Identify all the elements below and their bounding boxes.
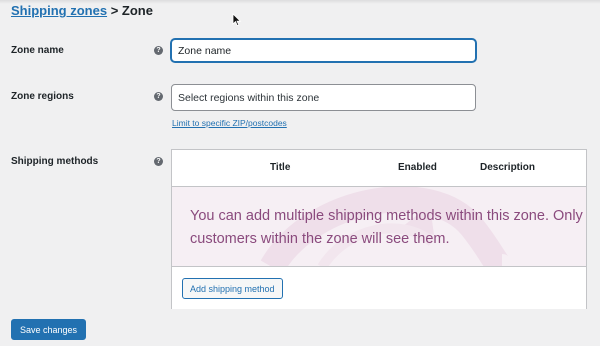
- zone-name-help-icon[interactable]: ?: [154, 46, 163, 55]
- column-title: Title: [270, 162, 291, 173]
- zone-regions-placeholder: Select regions within this zone: [178, 91, 320, 104]
- shipping-methods-table-footer: Add shipping method: [172, 268, 586, 309]
- column-description: Description: [480, 162, 536, 173]
- breadcrumb-shipping-zones-link[interactable]: Shipping zones: [11, 3, 107, 18]
- zone-regions-label: Zone regions: [11, 91, 74, 102]
- zone-regions-select[interactable]: Select regions within this zone: [171, 84, 476, 111]
- mouse-cursor-icon: [232, 13, 242, 27]
- breadcrumb-separator: >: [110, 3, 119, 18]
- column-enabled: Enabled: [398, 162, 437, 173]
- zone-name-input[interactable]: Zone name: [171, 39, 476, 62]
- breadcrumb-current: Zone: [121, 3, 153, 18]
- empty-state-message: You can add multiple shipping methods wi…: [190, 208, 583, 247]
- empty-state-panel: You can add multiple shipping methods wi…: [172, 187, 586, 267]
- shipping-methods-help-icon[interactable]: ?: [154, 157, 163, 166]
- add-shipping-method-button[interactable]: Add shipping method: [182, 278, 283, 299]
- limit-postcodes-link[interactable]: Limit to specific ZIP/postcodes: [172, 118, 287, 128]
- save-changes-button[interactable]: Save changes: [11, 319, 86, 340]
- zone-name-label: Zone name: [11, 45, 64, 56]
- zone-regions-help-icon[interactable]: ?: [154, 92, 163, 101]
- shipping-methods-table-header: Title Enabled Description: [172, 150, 586, 187]
- shipping-methods-label: Shipping methods: [11, 156, 99, 167]
- page-heading: Shipping zones > Zone: [11, 3, 153, 18]
- shipping-methods-table: Title Enabled Description You can add mu…: [171, 149, 587, 309]
- zone-name-value: Zone name: [178, 44, 232, 57]
